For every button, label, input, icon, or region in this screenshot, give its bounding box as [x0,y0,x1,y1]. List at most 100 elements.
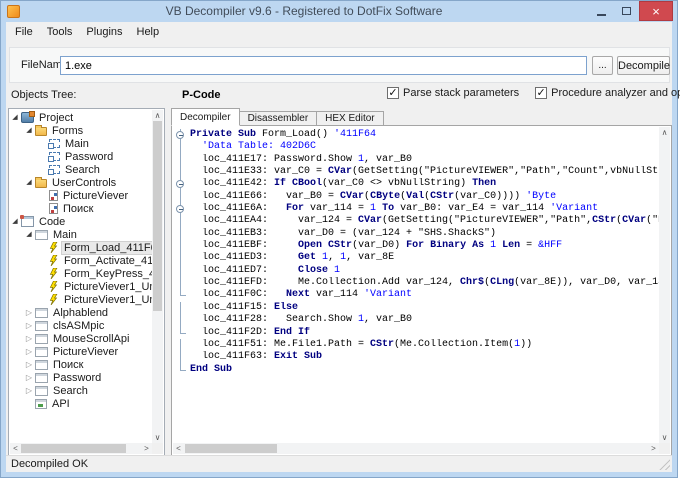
expander-icon[interactable]: ◢ [10,111,20,124]
objects-tree-label: Objects Tree: [11,89,77,101]
filename-input[interactable] [60,56,587,75]
browse-button[interactable]: ... [592,56,613,75]
tree-item-label: Main [65,137,89,150]
code-line: loc_411F2D: End If [173,326,659,339]
tree-item-form-activate-41155c[interactable]: Form_Activate_41155C [10,254,152,267]
scroll-right-icon[interactable]: > [141,443,152,454]
tree-item-alphablend[interactable]: ▷ Alphablend [10,306,152,319]
module-icon [35,372,48,383]
menu-item-plugins[interactable]: Plugins [79,23,129,41]
fold-marker-icon [174,190,188,204]
tree-item-pictureviever[interactable]: ▷ PictureViever [10,345,152,358]
menu-item-tools[interactable]: Tools [40,23,80,41]
expander-icon[interactable]: ◢ [10,215,20,228]
code-line: loc_411E33: var_C0 = CVar(GetSetting("Pi… [173,166,659,179]
tree-item-search[interactable]: ▷ Search [10,384,152,397]
scroll-right-icon[interactable]: > [648,443,659,454]
tree-item-pictureviever1-unknowne[interactable]: PictureViever1_UnknownE [10,293,152,306]
tree-item-code[interactable]: ◢ Code [10,215,152,228]
code-line: loc_411F63: Exit Sub [173,351,659,364]
expander-icon[interactable]: ▷ [24,345,34,358]
code-line: 'Data Table: 402D6C [173,141,659,154]
tree-item-api[interactable]: API [10,397,152,410]
tree-item-password[interactable]: Password [10,150,152,163]
tree-item-label: Search [53,384,88,397]
tab-hex-editor[interactable]: HEX Editor [317,111,384,126]
code-vertical-scrollbar[interactable]: ∧ ∨ [659,127,670,443]
tree-item-поиск[interactable]: Поиск [10,202,152,215]
tree-item-pictureviever1-unknowne[interactable]: PictureViever1_UnknownE [10,280,152,293]
expander-icon[interactable]: ▷ [24,358,34,371]
checkbox-procedure-analyzer-and-optimizer[interactable]: ✓Procedure analyzer and optimizer [535,87,680,99]
tree-item-main[interactable]: Main [10,137,152,150]
code-view[interactable]: Private Sub Form_Load() '411F64 'Data Ta… [173,129,659,443]
tree-item-project[interactable]: ◢ Project [10,111,152,124]
tree-item-search[interactable]: Search [10,163,152,176]
expander-icon[interactable]: ▷ [24,306,34,319]
scroll-up-icon[interactable]: ∧ [659,127,670,138]
fold-marker-icon[interactable] [174,178,188,191]
fold-marker-icon [174,314,188,327]
resize-grip-icon[interactable] [659,459,670,470]
objects-tree-pane: ◢ Project ◢ Forms Main Password Search ◢ UserCon… [8,108,165,456]
module-icon [35,320,48,331]
tree-item-label: API [52,397,70,410]
tree-item-usercontrols[interactable]: ◢ UserControls [10,176,152,189]
scroll-down-icon[interactable]: ∨ [152,432,163,443]
scroll-up-icon[interactable]: ∧ [152,110,163,121]
scroll-down-icon[interactable]: ∨ [659,432,670,443]
tree-item-pictureviever[interactable]: PictureViever [10,189,152,202]
code-line: loc_411E66: var_B0 = CVar(CByte(Val(CStr… [173,190,659,204]
tree-item-form-load-411f64[interactable]: Form_Load_411F64 [10,240,152,255]
checkbox-check-icon: ✓ [535,87,548,99]
menu-bar: File Tools Plugins Help [6,22,672,42]
fold-marker-icon [174,215,188,228]
code-editor[interactable]: Private Sub Form_Load() '411F64 'Data Ta… [171,125,672,456]
close-button[interactable]: × [639,1,673,21]
expander-icon[interactable]: ◢ [24,124,34,137]
expander-icon[interactable]: ▷ [24,371,34,384]
menu-item-file[interactable]: File [8,23,40,41]
expander-icon[interactable]: ▷ [24,319,34,332]
scroll-left-icon[interactable]: < [173,443,184,454]
fold-marker-icon [174,326,188,339]
code-horizontal-scrollbar[interactable]: < > [173,443,659,454]
tree-item-form-keypress-413e1c[interactable]: Form_KeyPress_413E1C [10,267,152,280]
options-checkboxes: ✓ Parse stack parameters ✓ Procedure analyz… [387,87,680,99]
app-icon [7,5,20,18]
scrollbar-thumb[interactable] [153,121,162,311]
tree-horizontal-scrollbar[interactable]: < > [10,443,152,454]
tree-item-label: clsASMpic [53,319,105,332]
tab-disassembler[interactable]: Disassembler [239,111,318,126]
tree-item-main[interactable]: ◢ Main [10,228,152,241]
expander-icon[interactable]: ◢ [24,176,34,189]
tree-item-поиск[interactable]: ▷ Поиск [10,358,152,371]
checkbox-parse-stack-parameters[interactable]: ✓ Parse stack parameters [387,87,519,99]
maximize-button[interactable] [614,1,639,21]
folder-icon [35,125,47,136]
tree-item-password[interactable]: ▷ Password [10,371,152,384]
code-line: loc_411EBF: Open CStr(var_D0) For Binary… [173,240,659,253]
scroll-left-icon[interactable]: < [10,443,21,454]
scrollbar-corner [152,443,163,454]
tree-vertical-scrollbar[interactable]: ∧ ∨ [152,110,163,443]
expander-icon[interactable]: ▷ [24,332,34,345]
tree-item-label: Code [39,215,66,228]
tree-view[interactable]: ◢ Project ◢ Forms Main Password Search ◢ UserCon… [10,111,152,443]
tree-item-label: Project [39,111,74,124]
minimize-button[interactable] [589,1,614,21]
tree-item-clsasmpic[interactable]: ▷ clsASMpic [10,319,152,332]
expander-icon[interactable]: ▷ [24,384,34,397]
decompile-button[interactable]: Decompile [617,56,670,75]
expander-icon[interactable]: ◢ [24,228,34,241]
fold-marker-icon[interactable] [174,203,188,216]
tree-item-forms[interactable]: ◢ Forms [10,124,152,137]
tree-item-label: PictureViever1_UnknownE [64,293,152,306]
tab-decompiler[interactable]: Decompiler [171,108,240,126]
fold-marker-icon[interactable] [174,129,188,142]
scrollbar-thumb[interactable] [185,444,277,453]
scrollbar-thumb[interactable] [21,444,126,453]
tree-item-mousescrollapi[interactable]: ▷ MouseScrollApi [10,332,152,345]
menu-item-help[interactable]: Help [130,23,167,41]
code-icon [20,215,34,227]
